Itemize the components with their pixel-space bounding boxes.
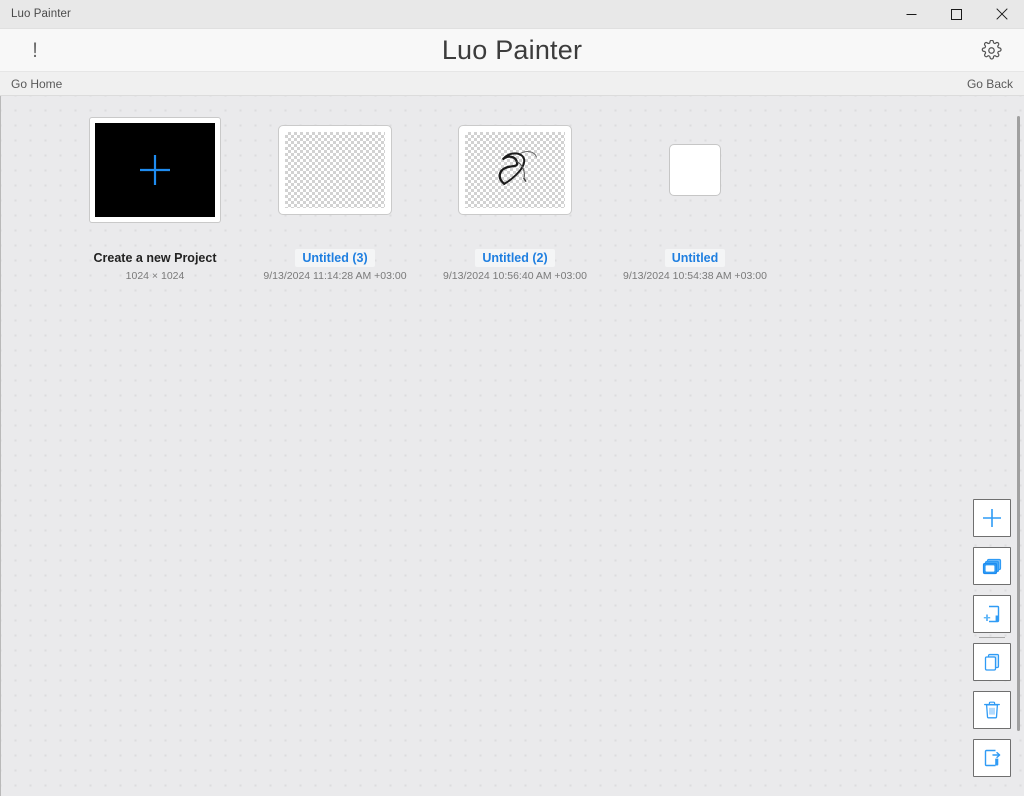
- project-thumbnail[interactable]: [279, 126, 391, 214]
- project-name[interactable]: Untitled (2): [475, 249, 555, 267]
- plus-icon: [983, 509, 1001, 527]
- thumbnail-wrapper[interactable]: [459, 109, 571, 231]
- project-canvas[interactable]: Create a new Project 1024 × 1024 Untitle…: [0, 96, 1024, 796]
- layers-icon: [982, 558, 1002, 575]
- project-grid: Create a new Project 1024 × 1024 Untitle…: [65, 109, 785, 282]
- window-titlebar: Luo Painter: [0, 0, 1024, 29]
- add-page-icon: [983, 605, 1000, 623]
- go-home-link[interactable]: Go Home: [11, 77, 62, 91]
- project-thumbnail[interactable]: [669, 144, 721, 196]
- export-icon: [984, 749, 1001, 767]
- export-button[interactable]: [973, 739, 1011, 777]
- thumbnail-wrapper[interactable]: [90, 109, 220, 231]
- thumbnail-wrapper[interactable]: [279, 109, 391, 231]
- toolbar-divider: [979, 637, 1005, 638]
- app-header: ! Luo Painter: [0, 29, 1024, 72]
- sketch-preview-icon: [498, 151, 537, 185]
- window-title: Luo Painter: [11, 8, 71, 20]
- exclamation-icon: !: [32, 38, 38, 62]
- scrollbar-thumb[interactable]: [1017, 116, 1020, 731]
- trash-icon: [984, 701, 1000, 719]
- project-card[interactable]: Untitled (3) 9/13/2024 11:14:28 AM +03:0…: [245, 109, 425, 282]
- project-subtitle: 9/13/2024 11:14:28 AM +03:00: [263, 270, 407, 282]
- project-subtitle: 1024 × 1024: [125, 270, 185, 282]
- app-window: Luo Painter ! Luo Painter Go Home Go Bac…: [0, 0, 1024, 796]
- project-name[interactable]: Untitled (3): [295, 249, 375, 267]
- delete-button[interactable]: [973, 691, 1011, 729]
- navigation-strip: Go Home Go Back: [0, 72, 1024, 96]
- project-name[interactable]: Untitled: [664, 249, 726, 267]
- project-card-new[interactable]: Create a new Project 1024 × 1024: [65, 109, 245, 282]
- vertical-scrollbar[interactable]: [1015, 98, 1022, 794]
- plus-icon: [140, 155, 170, 185]
- copy-button[interactable]: [973, 643, 1011, 681]
- close-button[interactable]: [979, 0, 1024, 29]
- project-card[interactable]: Untitled 9/13/2024 10:54:38 AM +03:00: [605, 109, 785, 282]
- add-button[interactable]: [973, 499, 1011, 537]
- page-title: Luo Painter: [441, 34, 583, 65]
- project-subtitle: 9/13/2024 10:54:38 AM +03:00: [623, 270, 767, 282]
- gear-icon: [981, 39, 1002, 60]
- go-back-link[interactable]: Go Back: [967, 77, 1013, 91]
- project-subtitle: 9/13/2024 10:56:40 AM +03:00: [443, 270, 587, 282]
- maximize-button[interactable]: [934, 0, 979, 29]
- project-name[interactable]: Create a new Project: [87, 249, 224, 267]
- duplicate-project-button[interactable]: [973, 547, 1011, 585]
- minimize-button[interactable]: [889, 0, 934, 29]
- thumbnail-wrapper[interactable]: [669, 109, 721, 231]
- copy-icon: [984, 653, 1000, 671]
- new-project-thumbnail[interactable]: [90, 118, 220, 222]
- new-page-button[interactable]: [973, 595, 1011, 633]
- info-button[interactable]: !: [0, 29, 70, 71]
- tool-palette: [973, 499, 1011, 777]
- project-thumbnail[interactable]: [459, 126, 571, 214]
- project-card[interactable]: Untitled (2) 9/13/2024 10:56:40 AM +03:0…: [425, 109, 605, 282]
- settings-button[interactable]: [958, 29, 1024, 71]
